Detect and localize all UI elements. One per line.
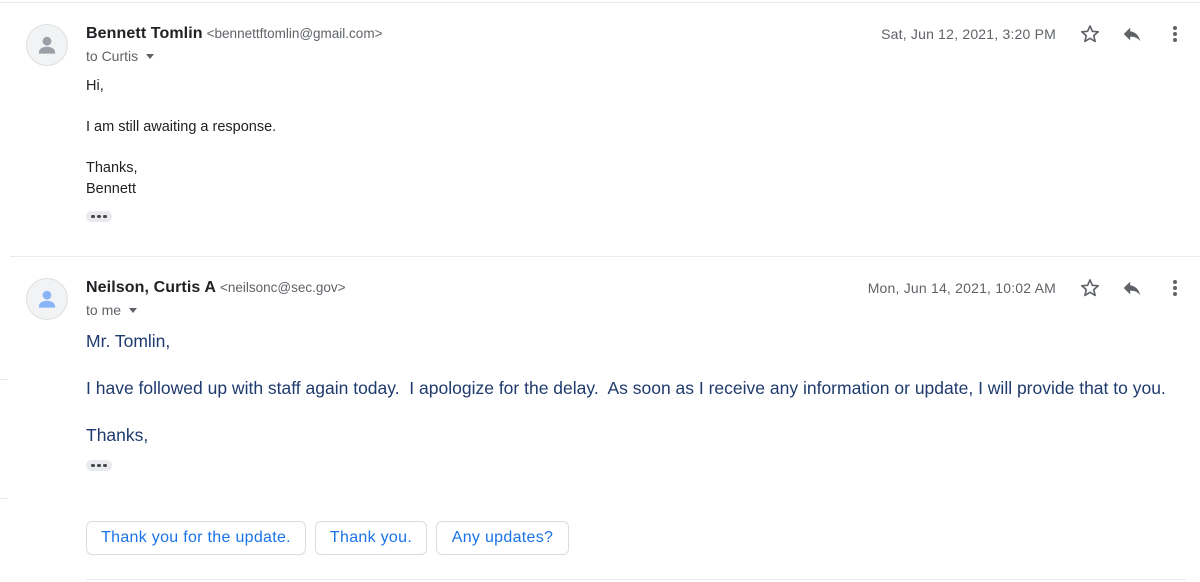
message-body: Hi, I am still awaiting a response. Than… — [86, 76, 276, 199]
body-line: I am still awaiting a response. — [86, 119, 277, 135]
sender-line: Bennett Tomlin <bennettftomlin@gmail.com> — [86, 25, 382, 43]
chevron-down-icon — [146, 54, 155, 59]
reply-icon — [1123, 27, 1141, 42]
recipient-label: to Curtis — [86, 48, 139, 64]
smart-reply-thank-you-for-update[interactable]: Thank you for the update. — [86, 521, 306, 555]
message-neilson: Neilson, Curtis A <neilsonc@sec.gov> to m… — [0, 256, 1200, 506]
sender-line: Neilson, Curtis A <neilsonc@sec.gov> — [86, 279, 346, 297]
show-trimmed-content-button[interactable] — [86, 460, 112, 471]
smart-reply-any-updates[interactable]: Any updates? — [436, 521, 569, 555]
message-date: Mon, Jun 14, 2021, 10:02 AM — [867, 280, 1056, 296]
star-icon — [1080, 25, 1100, 43]
chevron-down-icon — [129, 308, 138, 313]
reply-icon — [1123, 281, 1141, 296]
sender-name[interactable]: Neilson, Curtis A — [86, 279, 216, 296]
star-button[interactable] — [1076, 274, 1104, 302]
sender-email: <neilsonc@sec.gov> — [220, 280, 346, 295]
more-options-button[interactable] — [1161, 20, 1189, 48]
sender-name[interactable]: Bennett Tomlin — [86, 25, 203, 42]
reply-button[interactable] — [1118, 274, 1146, 302]
star-button[interactable] — [1076, 20, 1104, 48]
edge-mark — [0, 498, 8, 499]
edge-mark — [0, 379, 8, 380]
body-line: Mr. Tomlin, — [86, 331, 171, 351]
star-icon — [1080, 279, 1100, 297]
sender-email: <bennettftomlin@gmail.com> — [206, 26, 383, 41]
person-icon — [38, 290, 56, 308]
body-line: Thanks, — [86, 425, 149, 445]
sender-avatar[interactable] — [26, 278, 68, 320]
body-line: Thanks, — [86, 160, 138, 176]
message-bennett: Bennett Tomlin <bennettftomlin@gmail.com>… — [0, 0, 1200, 256]
more-vertical-icon — [1173, 280, 1177, 296]
recipient-details-toggle[interactable]: to me — [86, 302, 138, 318]
message-body: Mr. Tomlin, I have followed up with staf… — [86, 329, 1166, 447]
reply-button[interactable] — [1118, 20, 1146, 48]
recipient-details-toggle[interactable]: to Curtis — [86, 48, 155, 64]
show-trimmed-content-button[interactable] — [86, 211, 112, 222]
body-line: Hi, — [86, 78, 104, 94]
message-date: Sat, Jun 12, 2021, 3:20 PM — [881, 26, 1056, 42]
more-options-button[interactable] — [1161, 274, 1189, 302]
sender-avatar[interactable] — [26, 24, 68, 66]
email-thread: Bennett Tomlin <bennettftomlin@gmail.com>… — [0, 0, 1200, 582]
bottom-divider — [86, 579, 1186, 580]
person-icon — [38, 36, 56, 54]
body-line: I have followed up with staff again toda… — [86, 378, 1166, 398]
body-line: Bennett — [86, 180, 136, 197]
smart-reply-thank-you[interactable]: Thank you. — [315, 521, 427, 555]
recipient-label: to me — [86, 302, 122, 318]
more-vertical-icon — [1173, 26, 1177, 42]
